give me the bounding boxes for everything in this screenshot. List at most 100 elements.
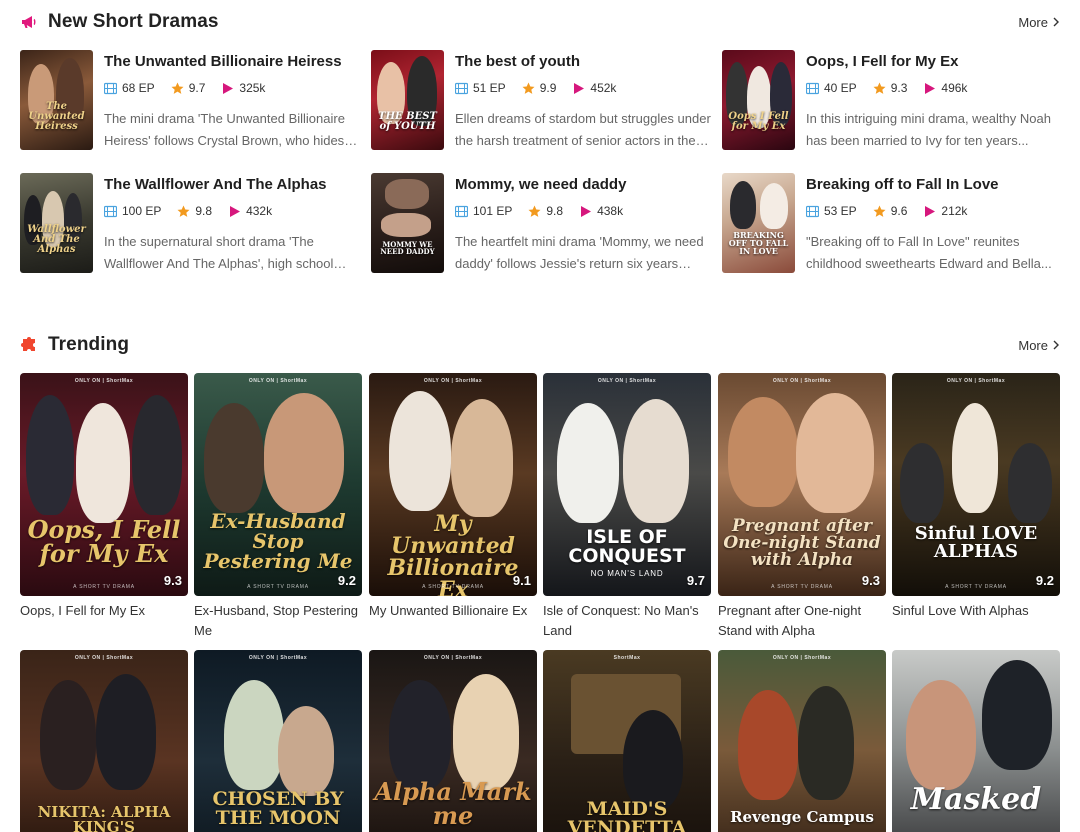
drama-thumbnail[interactable]: MOMMY WE NEED DADDY (371, 173, 444, 273)
poster-tag: A SHORT TV DRAMA (247, 584, 309, 590)
more-link[interactable]: More (1018, 15, 1060, 30)
poster-logo: Sinful LOVE ALPHAS (914, 523, 1038, 562)
poster-logo: Masked (910, 782, 1042, 817)
chevron-right-icon (1053, 340, 1059, 350)
poster-logo: CHOSEN BY THE MOON (212, 788, 344, 829)
poster-title[interactable]: Sinful Love With Alphas (892, 601, 1060, 621)
poster-image[interactable]: ONLY ON | ShortMax ISLE OF CONQUEST NO M… (543, 373, 711, 596)
poster-title[interactable]: Isle of Conquest: No Man's Land (543, 601, 711, 641)
more-link[interactable]: More (1018, 338, 1060, 353)
film-icon (806, 82, 819, 94)
poster-score: 9.1 (512, 573, 531, 588)
poster-card[interactable]: ONLY ON | ShortMax Sinful LOVE ALPHAS A … (892, 373, 1060, 621)
play-icon (925, 205, 936, 217)
film-icon (104, 82, 117, 94)
trending-header: Trending More (20, 330, 1060, 360)
poster-card[interactable]: ONLY ON | ShortMax CHOSEN BY THE MOON (194, 650, 362, 832)
thumbnail-logo: Wallflower And The Alphas (27, 224, 86, 255)
drama-thumbnail[interactable]: Oops I Fell for My Ex (722, 50, 795, 150)
poster-image[interactable]: ONLY ON | ShortMax CHOSEN BY THE MOON (194, 650, 362, 832)
poster-image[interactable]: ONLY ON | ShortMax Oops, I Fell for My E… (20, 373, 188, 596)
poster-image[interactable]: ONLY ON | ShortMax My Unwanted Billionai… (369, 373, 537, 596)
poster-image[interactable]: ONLY ON | ShortMax NIKITA: ALPHA KING'S (20, 650, 188, 832)
poster-image[interactable]: ONLY ON | ShortMax Sinful LOVE ALPHAS A … (892, 373, 1060, 596)
drama-thumbnail[interactable]: Wallflower And The Alphas (20, 173, 93, 273)
view-count: 325k (239, 81, 266, 95)
poster-title[interactable]: Oops, I Fell for My Ex (20, 601, 188, 621)
poster-image[interactable]: ONLY ON | ShortMax Revenge Campus (718, 650, 886, 832)
poster-image[interactable]: ONLY ON | ShortMax Ex-Husband Stop Peste… (194, 373, 362, 596)
poster-score: 9.3 (861, 573, 880, 588)
thumbnail-logo: Oops I Fell for My Ex (728, 111, 789, 132)
poster-title[interactable]: Pregnant after One-night Stand with Alph… (718, 601, 886, 641)
episode-count: 53 EP (824, 204, 857, 218)
poster-logo: Ex-Husband Stop Pestering Me (203, 509, 353, 573)
poster-card[interactable]: ONLY ON | ShortMax NIKITA: ALPHA KING'S (20, 650, 188, 832)
poster-image[interactable]: ONLY ON | ShortMax Pregnant after One-ni… (718, 373, 886, 596)
view-count: 432k (246, 204, 273, 218)
film-icon (806, 205, 819, 217)
poster-title[interactable]: Ex-Husband, Stop Pestering Me (194, 601, 362, 641)
drama-card[interactable]: BREAKING OFF TO FALL IN LOVE Breaking of… (722, 173, 1062, 278)
star-icon (171, 82, 184, 94)
poster-card[interactable]: ShortMax MAID'S VENDETTA (543, 650, 711, 832)
poster-brand: ONLY ON | ShortMax (772, 655, 832, 661)
drama-description: The mini drama 'The Unwanted Billionaire… (104, 111, 345, 148)
drama-card[interactable]: THE BEST of YOUTH The best of youth 51 E… (371, 50, 711, 155)
drama-card[interactable]: The Unwanted Heiress The Unwanted Billio… (20, 50, 360, 155)
poster-image[interactable]: ShortMax MAID'S VENDETTA (543, 650, 711, 832)
drama-thumbnail[interactable]: BREAKING OFF TO FALL IN LOVE (722, 173, 795, 273)
poster-tag: A SHORT TV DRAMA (771, 584, 833, 590)
poster-logo: MAID'S VENDETTA (567, 798, 687, 832)
poster-card[interactable]: ONLY ON | ShortMax Revenge Campus (718, 650, 886, 832)
drama-card[interactable]: MOMMY WE NEED DADDY Mommy, we need daddy… (371, 173, 711, 278)
poster-card[interactable]: Masked (892, 650, 1060, 832)
poster-tag: A SHORT TV DRAMA (422, 584, 484, 590)
drama-title[interactable]: The best of youth (455, 52, 711, 72)
poster-logo: Oops, I Fell for My Ex (27, 515, 181, 568)
poster-logo: ISLE OF CONQUEST (568, 526, 686, 567)
drama-title[interactable]: Breaking off to Fall In Love (806, 175, 1062, 195)
poster-card[interactable]: ONLY ON | ShortMax Alpha Mark me (369, 650, 537, 832)
thumbnail-logo: MOMMY WE NEED DADDY (380, 240, 435, 256)
star-icon (177, 205, 190, 217)
episode-count: 51 EP (473, 81, 506, 95)
poster-brand: ONLY ON | ShortMax (597, 378, 657, 384)
drama-card[interactable]: Wallflower And The Alphas The Wallflower… (20, 173, 360, 278)
section-title: New Short Dramas (48, 11, 219, 32)
poster-brand: ONLY ON | ShortMax (423, 655, 483, 661)
drama-title[interactable]: Mommy, we need daddy (455, 175, 711, 195)
rating: 9.6 (890, 204, 908, 218)
rating: 9.8 (546, 204, 564, 218)
poster-image[interactable]: Masked (892, 650, 1060, 832)
poster-brand: ONLY ON | ShortMax (74, 655, 134, 661)
poster-tag: NO MAN'S LAND (590, 569, 664, 578)
poster-card[interactable]: ONLY ON | ShortMax Pregnant after One-ni… (718, 373, 886, 641)
drama-thumbnail[interactable]: The Unwanted Heiress (20, 50, 93, 150)
drama-title[interactable]: Oops, I Fell for My Ex (806, 52, 1062, 72)
drama-title[interactable]: The Unwanted Billionaire Heiress (104, 52, 360, 72)
poster-brand: ShortMax (613, 655, 641, 661)
drama-thumbnail[interactable]: THE BEST of YOUTH (371, 50, 444, 150)
film-icon (455, 205, 468, 217)
new-dramas-header: New Short Dramas More (20, 7, 1060, 37)
more-label: More (1018, 337, 1048, 353)
poster-title[interactable]: My Unwanted Billionaire Ex (369, 601, 537, 621)
poster-card[interactable]: ONLY ON | ShortMax ISLE OF CONQUEST NO M… (543, 373, 711, 641)
drama-title[interactable]: The Wallflower And The Alphas (104, 175, 360, 195)
poster-brand: ONLY ON | ShortMax (772, 378, 832, 384)
drama-card[interactable]: Oops I Fell for My Ex Oops, I Fell for M… (722, 50, 1062, 155)
poster-card[interactable]: ONLY ON | ShortMax My Unwanted Billionai… (369, 373, 537, 621)
poster-score: 9.3 (163, 573, 182, 588)
view-count: 438k (597, 204, 624, 218)
poster-score: 9.2 (1035, 573, 1054, 588)
poster-brand: ONLY ON | ShortMax (946, 378, 1006, 384)
poster-image[interactable]: ONLY ON | ShortMax Alpha Mark me (369, 650, 537, 832)
view-count: 452k (590, 81, 617, 95)
episode-count: 100 EP (122, 204, 162, 218)
poster-card[interactable]: ONLY ON | ShortMax Ex-Husband Stop Peste… (194, 373, 362, 641)
poster-card[interactable]: ONLY ON | ShortMax Oops, I Fell for My E… (20, 373, 188, 621)
drama-description: The heartfelt mini drama 'Mommy, we need… (455, 234, 704, 271)
section-title: Trending (48, 334, 130, 355)
poster-brand: ONLY ON | ShortMax (423, 378, 483, 384)
